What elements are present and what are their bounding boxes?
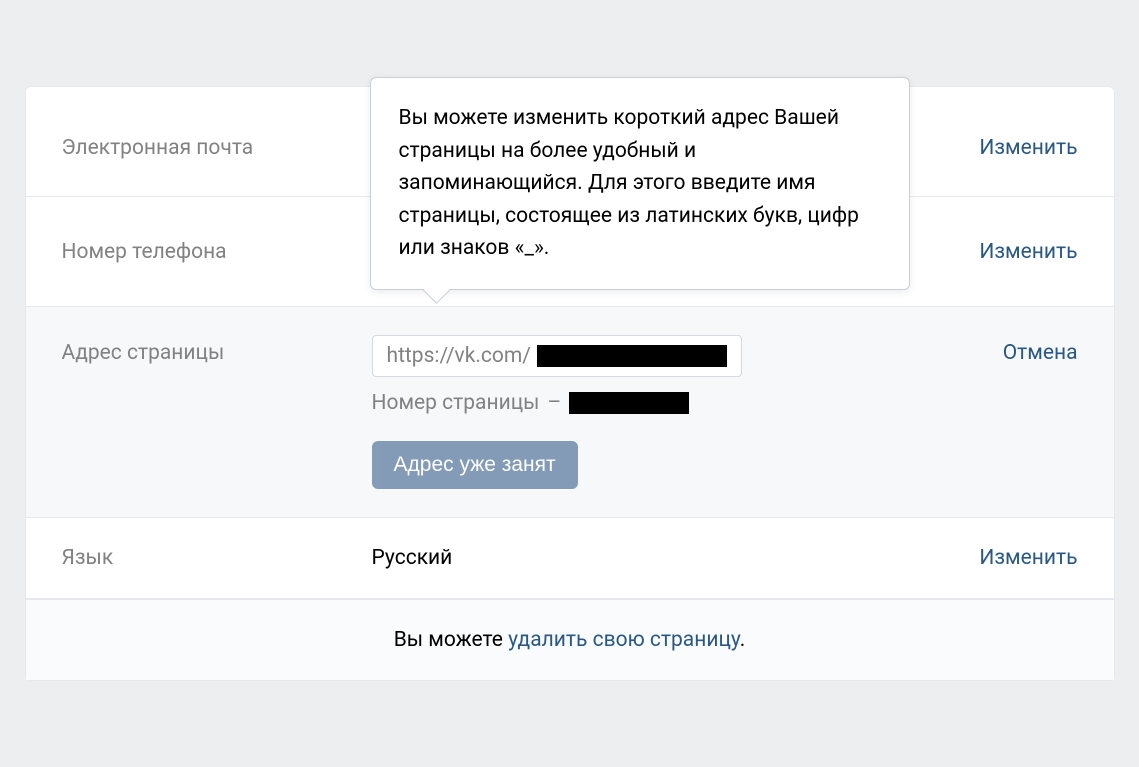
address-label: Адрес страницы: [62, 335, 372, 365]
dash: –: [547, 391, 561, 415]
email-label: Электронная почта: [62, 136, 372, 160]
page-address-input[interactable]: https://vk.com/: [372, 335, 742, 377]
delete-page-link[interactable]: удалить свою страницу: [508, 628, 740, 652]
url-slug-redacted: [537, 345, 727, 367]
url-prefix: https://vk.com/: [387, 344, 531, 368]
page-number-redacted: [569, 392, 689, 414]
address-help-tooltip: Вы можете изменить короткий адрес Вашей …: [370, 77, 910, 290]
address-controls: https://vk.com/ Номер страницы – Адрес у…: [372, 335, 878, 489]
phone-label: Номер телефона: [62, 240, 372, 264]
language-change-link[interactable]: Изменить: [878, 546, 1078, 570]
address-cancel-link[interactable]: Отмена: [878, 335, 1078, 365]
footer-suffix: .: [740, 628, 746, 652]
page-number-line: Номер страницы –: [372, 391, 690, 415]
address-status-button[interactable]: Адрес уже занят: [372, 441, 578, 489]
row-page-address: Вы можете изменить короткий адрес Вашей …: [26, 307, 1114, 518]
row-language: Язык Русский Изменить: [26, 518, 1114, 599]
delete-footer: Вы можете удалить свою страницу.: [26, 599, 1114, 680]
settings-card: Электронная почта Изменить Номер телефон…: [25, 86, 1115, 681]
language-value: Русский: [372, 546, 878, 570]
language-label: Язык: [62, 546, 372, 570]
footer-prefix: Вы можете: [394, 628, 508, 652]
page-number-prefix: Номер страницы: [372, 391, 540, 415]
